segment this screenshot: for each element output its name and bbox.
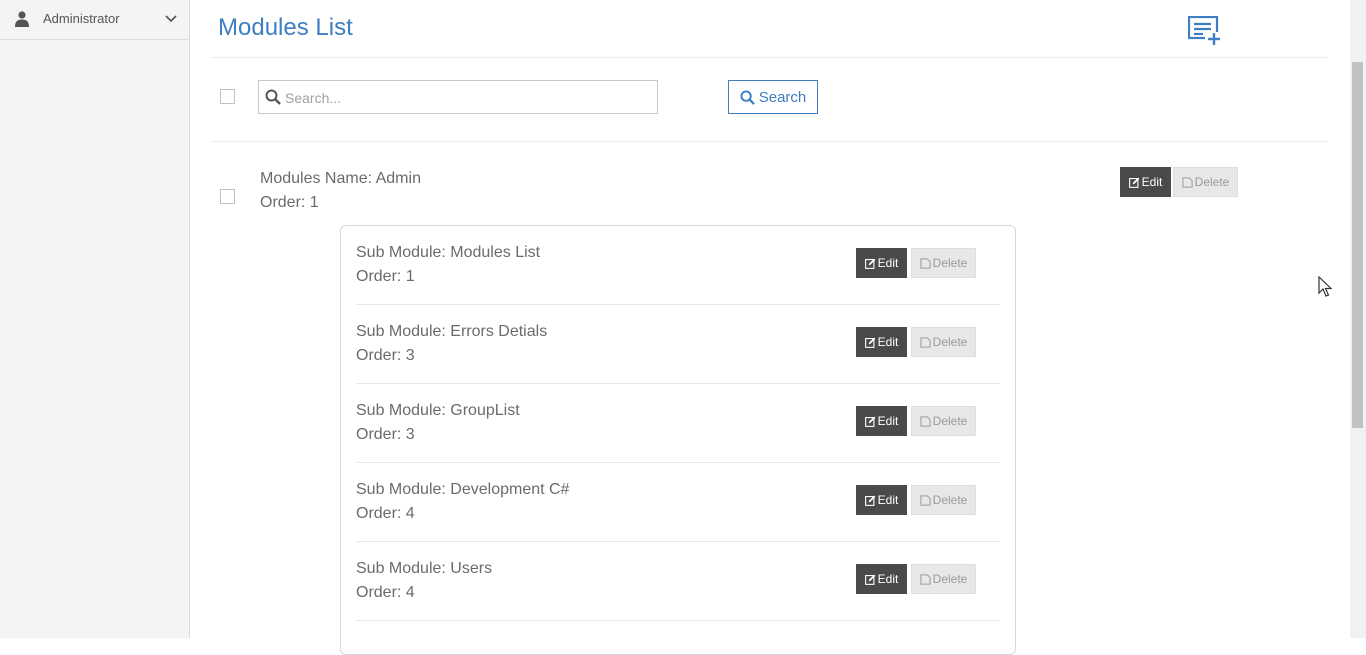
chevron-down-icon[interactable] — [165, 13, 177, 23]
user-name: Administrator — [43, 11, 120, 26]
search-button[interactable]: Search — [728, 80, 818, 114]
sub-module-order: Order: 4 — [356, 584, 415, 601]
sub-module-name: Sub Module: Modules List — [356, 244, 541, 261]
delete-icon — [920, 257, 931, 269]
edit-label: Edit — [877, 335, 899, 349]
edit-icon — [864, 258, 876, 269]
sub-module-edit-button[interactable]: Edit — [856, 248, 907, 278]
sub-module-edit-button[interactable]: Edit — [856, 564, 907, 594]
delete-icon — [920, 415, 931, 427]
search-button-label: Search — [758, 88, 807, 106]
scrollbar-thumb[interactable] — [1352, 62, 1363, 428]
sub-modules-panel: Sub Module: Modules List Order: 1 Edit D… — [340, 225, 1016, 655]
delete-icon — [920, 573, 931, 585]
edit-icon — [1128, 177, 1140, 188]
divider — [210, 141, 1328, 142]
sub-module-name: Sub Module: GroupList — [356, 402, 520, 419]
edit-icon — [864, 574, 876, 585]
main-content: Modules List Search Modules Name: Admin … — [190, 0, 1350, 655]
delete-label: Delete — [932, 572, 968, 586]
sub-module-item: Sub Module: Users Order: 4 Edit Delete — [356, 542, 1000, 621]
delete-label: Delete — [1194, 175, 1230, 189]
sub-module-order: Order: 3 — [356, 347, 415, 364]
sub-module-delete-button[interactable]: Delete — [911, 327, 976, 357]
sub-module-delete-button[interactable]: Delete — [911, 564, 976, 594]
playlist-add-icon[interactable] — [1188, 16, 1222, 46]
delete-label: Delete — [932, 256, 968, 270]
delete-label: Delete — [932, 335, 968, 349]
divider — [210, 57, 1328, 58]
sub-module-edit-button[interactable]: Edit — [856, 327, 907, 357]
page-title: Modules List — [218, 14, 353, 41]
module-order: Order: 1 — [260, 194, 319, 211]
sub-module-item: Sub Module: Development C# Order: 4 Edit… — [356, 463, 1000, 542]
sub-module-item: Sub Module: GroupList Order: 3 Edit Dele… — [356, 384, 1000, 463]
delete-label: Delete — [932, 493, 968, 507]
sub-module-order: Order: 1 — [356, 268, 415, 285]
delete-label: Delete — [932, 414, 968, 428]
divider — [356, 620, 1000, 621]
sub-module-item: Sub Module: Errors Detials Order: 3 Edit… — [356, 305, 1000, 384]
sub-module-edit-button[interactable]: Edit — [856, 406, 907, 436]
search-icon — [740, 89, 755, 105]
sub-module-name: Sub Module: Development C# — [356, 481, 570, 498]
sub-module-order: Order: 3 — [356, 426, 415, 443]
delete-icon — [920, 336, 931, 348]
mouse-cursor-icon — [1318, 276, 1333, 297]
user-menu[interactable]: Administrator — [0, 0, 189, 40]
edit-label: Edit — [877, 493, 899, 507]
select-all-checkbox[interactable] — [220, 89, 235, 104]
module-edit-button[interactable]: Edit — [1120, 167, 1171, 197]
edit-icon — [864, 495, 876, 506]
search-input[interactable] — [283, 82, 647, 114]
sidebar: Administrator — [0, 0, 190, 638]
sub-module-name: Sub Module: Errors Detials — [356, 323, 548, 340]
edit-label: Edit — [877, 414, 899, 428]
sub-module-delete-button[interactable]: Delete — [911, 485, 976, 515]
sub-module-item: Sub Module: Modules List Order: 1 Edit D… — [356, 226, 1000, 305]
edit-label: Edit — [877, 256, 899, 270]
module-delete-button[interactable]: Delete — [1173, 167, 1238, 197]
delete-icon — [1182, 176, 1193, 188]
module-checkbox[interactable] — [220, 189, 235, 204]
search-field[interactable] — [258, 80, 658, 114]
edit-label: Edit — [877, 572, 899, 586]
sub-module-edit-button[interactable]: Edit — [856, 485, 907, 515]
sub-module-delete-button[interactable]: Delete — [911, 406, 976, 436]
edit-label: Edit — [1141, 175, 1163, 189]
sub-module-delete-button[interactable]: Delete — [911, 248, 976, 278]
search-icon — [265, 89, 281, 105]
sub-module-name: Sub Module: Users — [356, 560, 493, 577]
edit-icon — [864, 337, 876, 348]
delete-icon — [920, 494, 931, 506]
sub-module-order: Order: 4 — [356, 505, 415, 522]
user-icon — [15, 11, 29, 27]
edit-icon — [864, 416, 876, 427]
vertical-scrollbar[interactable] — [1350, 0, 1366, 638]
module-name: Modules Name: Admin — [260, 170, 421, 187]
